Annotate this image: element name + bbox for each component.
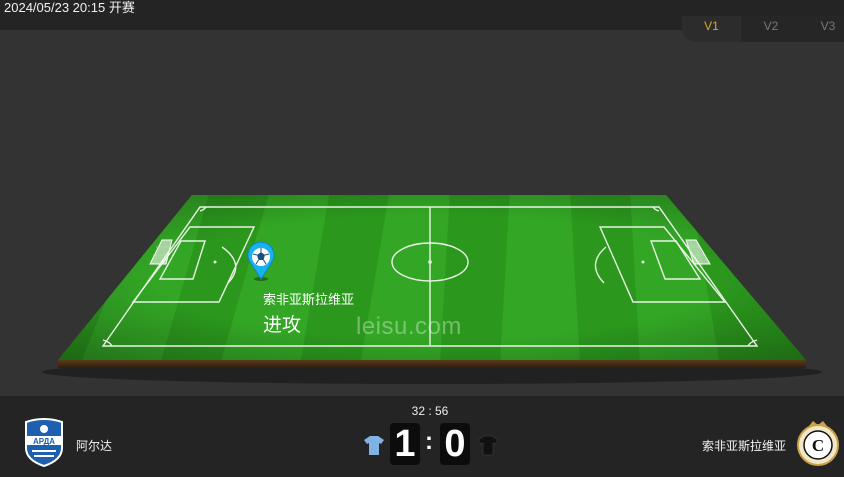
pitch-soil bbox=[58, 360, 806, 368]
away-team-logo: C bbox=[797, 421, 839, 466]
home-score: 1 bbox=[390, 423, 420, 465]
match-clock: 32 : 56 bbox=[411, 404, 449, 418]
home-jersey-icon bbox=[364, 436, 384, 455]
right-penalty-spot bbox=[641, 260, 645, 264]
away-team-name[interactable]: 索非亚斯拉维亚 bbox=[702, 437, 786, 454]
left-penalty-spot bbox=[213, 260, 217, 264]
away-jersey-icon bbox=[477, 435, 499, 456]
event-action-label: 进攻 bbox=[263, 315, 302, 336]
away-score: 0 bbox=[440, 423, 470, 465]
home-team-logo: АРДА bbox=[25, 418, 63, 468]
home-logo-text: АРДА bbox=[33, 437, 55, 446]
watermark: leisu.com bbox=[356, 313, 462, 340]
event-team-label: 索非亚斯拉维亚 bbox=[263, 292, 355, 307]
home-team-name[interactable]: 阿尔达 bbox=[76, 437, 112, 454]
center-spot bbox=[428, 260, 432, 264]
away-logo-text: C bbox=[812, 436, 824, 455]
score-separator: : bbox=[425, 428, 433, 455]
